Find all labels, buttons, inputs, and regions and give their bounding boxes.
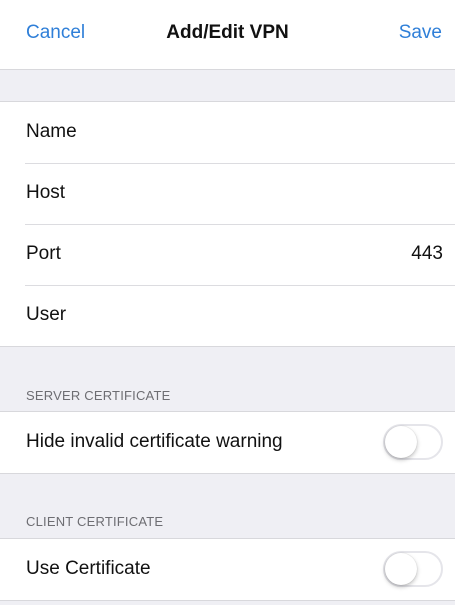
- host-label: Host: [26, 182, 66, 203]
- vpn-fields-group: Name Host Port User: [0, 101, 455, 347]
- host-row[interactable]: Host: [0, 163, 455, 224]
- user-row[interactable]: User: [0, 285, 455, 346]
- use-certificate-toggle[interactable]: [383, 551, 443, 587]
- client-certificate-group: Use Certificate: [0, 538, 455, 601]
- name-input[interactable]: [203, 116, 443, 148]
- server-certificate-group: Hide invalid certificate warning: [0, 411, 455, 474]
- use-certificate-row: Use Certificate: [0, 539, 455, 600]
- port-row[interactable]: Port: [0, 224, 455, 285]
- toggle-knob: [385, 426, 417, 458]
- name-label: Name: [26, 121, 77, 142]
- page-title: Add/Edit VPN: [166, 22, 289, 43]
- host-input[interactable]: [203, 177, 443, 209]
- port-label: Port: [26, 243, 61, 264]
- user-label: User: [26, 304, 67, 325]
- hide-invalid-certificate-row: Hide invalid certificate warning: [0, 412, 455, 473]
- server-certificate-header: SERVER CERTIFICATE: [26, 388, 171, 403]
- hide-invalid-certificate-label: Hide invalid certificate warning: [26, 431, 283, 452]
- port-input[interactable]: [203, 238, 443, 270]
- name-row[interactable]: Name: [0, 102, 455, 163]
- use-certificate-label: Use Certificate: [26, 558, 151, 579]
- save-button[interactable]: Save: [399, 22, 442, 44]
- toggle-knob: [385, 553, 417, 585]
- hide-invalid-certificate-toggle[interactable]: [383, 424, 443, 460]
- navigation-bar: Cancel Add/Edit VPN Save: [0, 0, 455, 70]
- user-input[interactable]: [203, 299, 443, 331]
- client-certificate-header: CLIENT CERTIFICATE: [26, 514, 164, 529]
